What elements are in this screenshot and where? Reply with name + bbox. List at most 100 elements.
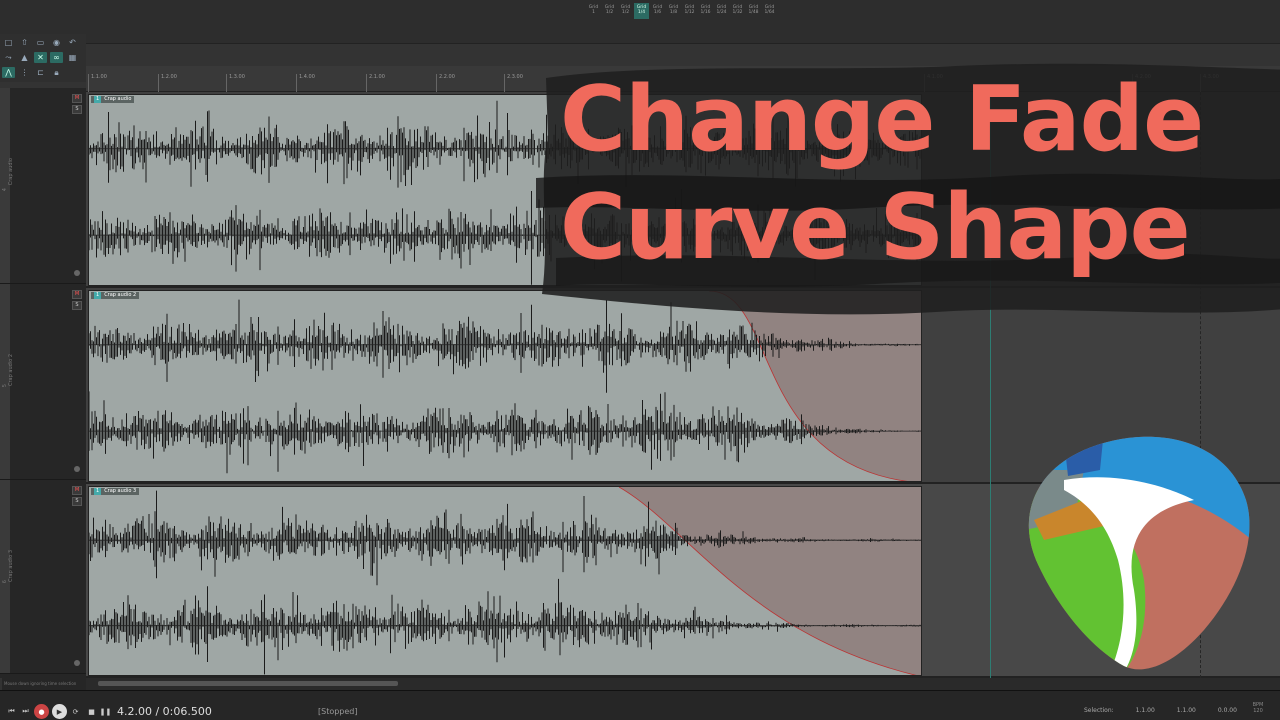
ripple-icon[interactable]: ⤳ bbox=[2, 52, 15, 63]
track-knob[interactable] bbox=[74, 270, 80, 276]
grid-button-10[interactable]: Grid 1/48 bbox=[746, 3, 761, 19]
position-display: 4.2.00 / 0:06.500 bbox=[117, 705, 212, 718]
grid-lines-icon[interactable]: ⋮ bbox=[18, 67, 31, 78]
auto-crossfade-icon[interactable]: ⊏ bbox=[34, 67, 47, 78]
grid-button-value: 1/12 bbox=[684, 10, 695, 15]
ruler-tick-label: 1.3.00 bbox=[226, 74, 245, 92]
grid-button-value: 1/2 bbox=[605, 10, 614, 15]
track-panel[interactable]: Crap audio 4 M S bbox=[0, 88, 86, 284]
track-knob[interactable] bbox=[74, 660, 80, 666]
fade-out-region[interactable] bbox=[619, 487, 922, 676]
grid-button-8[interactable]: Grid 1/24 bbox=[714, 3, 729, 19]
track-panel[interactable]: Crap audio 36 MS bbox=[0, 480, 86, 674]
title-line-2: Curve Shape bbox=[560, 175, 1191, 280]
track-number: 6 bbox=[2, 580, 8, 584]
grid-button-value: 1/64 bbox=[764, 10, 775, 15]
skip-end-icon[interactable]: ⏭ bbox=[20, 706, 31, 717]
track-name[interactable]: Crap audio bbox=[8, 158, 22, 185]
status-hint: Mouse down ignoring time selection bbox=[2, 678, 86, 690]
bpm-display[interactable]: BPM 120 bbox=[1246, 702, 1270, 714]
selection-label: Selection: bbox=[1084, 707, 1114, 714]
bpm-value: 120 bbox=[1253, 708, 1263, 714]
grid-button-4[interactable]: Grid 1/6 bbox=[650, 3, 665, 19]
selection-start[interactable]: 1.1.00 bbox=[1136, 707, 1155, 714]
ruler-tick-label: 1.1.00 bbox=[88, 74, 107, 92]
reaper-logo bbox=[1028, 436, 1250, 670]
top-toolbar: Grid 1 Grid 1/2 Grid 1/2 Grid 1/4 Grid 1/6 Grid 1/8… bbox=[0, 0, 1280, 44]
track-name[interactable]: Crap audio 3 bbox=[8, 550, 22, 582]
ruler-tick-label: 1.4.00 bbox=[296, 74, 315, 92]
solo-button[interactable]: S bbox=[72, 105, 82, 114]
media-item-label: 1 Crap audio bbox=[91, 96, 135, 103]
grid-icon[interactable]: ▦ bbox=[66, 52, 79, 63]
settings-icon[interactable]: ◉ bbox=[50, 37, 63, 48]
media-item-label: 1 Crap audio 3 bbox=[91, 488, 140, 495]
grid-button-0[interactable]: Grid 1 bbox=[586, 3, 601, 19]
skip-start-icon[interactable]: ⏮ bbox=[6, 706, 17, 717]
link-icon[interactable]: ∞ bbox=[50, 52, 63, 63]
record-icon[interactable]: ● bbox=[34, 704, 49, 719]
grid-button-value: 1/2 bbox=[621, 10, 630, 15]
grid-button-value: 1/24 bbox=[716, 10, 727, 15]
item-number-badge: 1 bbox=[94, 96, 102, 103]
pause-icon[interactable]: ❚❚ bbox=[100, 706, 112, 717]
grid-button-value: 1/4 bbox=[637, 10, 646, 15]
undo-icon[interactable]: ↶ bbox=[66, 37, 79, 48]
grid-button-1[interactable]: Grid 1/2 bbox=[602, 3, 617, 19]
ruler-tick-label: 2.2.00 bbox=[436, 74, 455, 92]
grid-button-value: 1 bbox=[592, 10, 595, 15]
grid-button-5[interactable]: Grid 1/8 bbox=[666, 3, 681, 19]
grid-button-3[interactable]: Grid 1/4 bbox=[634, 3, 649, 19]
save-project-icon[interactable]: ▭ bbox=[34, 37, 47, 48]
ruler-tick-label: 2.3.00 bbox=[504, 74, 523, 92]
track-name[interactable]: Crap audio 2 bbox=[8, 354, 22, 386]
grid-button-value: 1/48 bbox=[748, 10, 759, 15]
video-title: Change Fade Curve Shape bbox=[560, 66, 1204, 282]
scrollbar-thumb[interactable] bbox=[98, 681, 398, 686]
mute-button[interactable]: M bbox=[72, 486, 82, 495]
mute-button[interactable]: M bbox=[72, 94, 82, 103]
track-control-panel: Crap audio 4 M S Crap audio 2 5 M S Crap audio 3… bbox=[0, 88, 86, 678]
play-icon[interactable]: ▶ bbox=[52, 704, 67, 719]
grid-button-6[interactable]: Grid 1/12 bbox=[682, 3, 697, 19]
stop-icon[interactable]: ■ bbox=[86, 706, 97, 717]
solo-button[interactable]: S bbox=[72, 301, 82, 310]
item-name: Crap audio 3 bbox=[104, 488, 137, 494]
metronome-icon[interactable]: ▲ bbox=[18, 52, 31, 63]
envelope-icon[interactable]: ⋀ bbox=[2, 67, 15, 78]
item-name: Crap audio bbox=[104, 96, 132, 102]
grid-button-value: 1/8 bbox=[669, 10, 678, 15]
play-state: [Stopped] bbox=[318, 707, 358, 716]
title-line-1: Change Fade bbox=[560, 67, 1204, 172]
track-knob[interactable] bbox=[74, 466, 80, 472]
item-number-badge: 1 bbox=[94, 292, 102, 299]
mute-button[interactable]: M bbox=[72, 290, 82, 299]
main-toolbar: □ ⇧ ▭ ◉ ↶ ⤳ ▲ ✕ ∞ ▦ ⋀ ⋮ ⊏ 🔒︎ bbox=[0, 34, 86, 82]
grid-button-9[interactable]: Grid 1/32 bbox=[730, 3, 745, 19]
ruler-tick-label: 2.1.00 bbox=[366, 74, 385, 92]
track-panel[interactable]: Crap audio 25 MS bbox=[0, 284, 86, 480]
grid-button-value: 1/32 bbox=[732, 10, 743, 15]
waveform bbox=[89, 487, 922, 676]
open-project-icon[interactable]: ⇧ bbox=[18, 37, 31, 48]
item-name: Crap audio 2 bbox=[104, 292, 137, 298]
grid-button-11[interactable]: Grid 1/64 bbox=[762, 3, 777, 19]
horizontal-scrollbar[interactable] bbox=[86, 678, 1280, 690]
media-item[interactable]: 1 Crap audio 3 bbox=[88, 486, 922, 676]
selection-end[interactable]: 1.1.00 bbox=[1177, 707, 1196, 714]
grid-button-2[interactable]: Grid 1/2 bbox=[618, 3, 633, 19]
grid-button-7[interactable]: Grid 1/16 bbox=[698, 3, 713, 19]
item-number-badge: 1 bbox=[94, 488, 102, 495]
solo-button[interactable]: S bbox=[72, 497, 82, 506]
selection-length[interactable]: 0.0.00 bbox=[1218, 707, 1237, 714]
grid-button-value: 1/6 bbox=[653, 10, 662, 15]
media-item-label: 1 Crap audio 2 bbox=[91, 292, 140, 299]
grid-button-value: 1/16 bbox=[700, 10, 711, 15]
track-number: 5 bbox=[2, 384, 8, 388]
lock-icon[interactable]: 🔒︎ bbox=[50, 67, 63, 78]
snap-icon[interactable]: ✕ bbox=[34, 52, 47, 63]
track-color-strip bbox=[0, 88, 10, 283]
ruler-tick-label: 1.2.00 bbox=[158, 74, 177, 92]
loop-icon[interactable]: ⟳ bbox=[70, 706, 81, 717]
new-project-icon[interactable]: □ bbox=[2, 37, 15, 48]
